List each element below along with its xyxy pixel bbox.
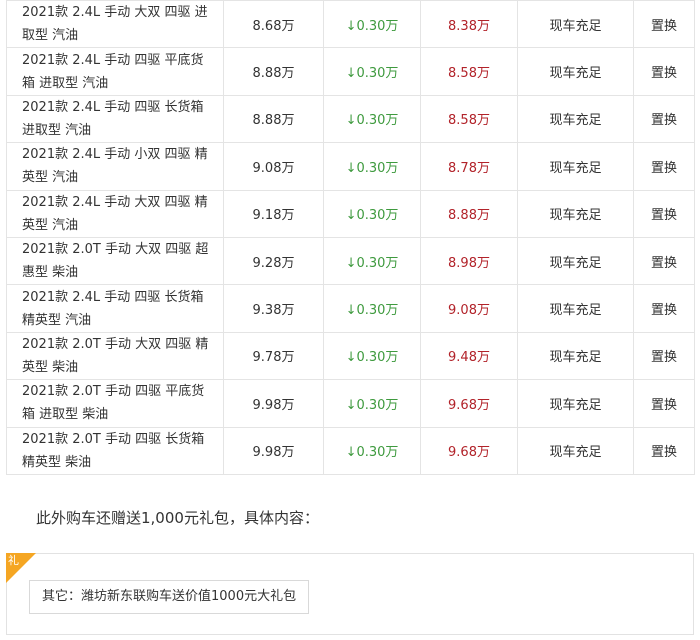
table-row: 2021款 2.0T 手动 大双 四驱 超惠型 柴油 9.28万 ↓0.30万 8.9… <box>6 236 695 286</box>
stock-status-cell: 现车充足 <box>517 426 634 475</box>
guide-price-cell: 9.98万 <box>223 426 324 475</box>
stock-status-cell: 现车充足 <box>517 236 634 286</box>
table-row: 2021款 2.0T 手动 四驱 平底货箱 进取型 柴油 9.98万 ↓0.30万 9… <box>6 379 695 428</box>
model-name-cell: 2021款 2.0T 手动 大双 四驱 超惠型 柴油 <box>6 236 224 286</box>
gift-package-box: 礼 其它：潍坊新东联购车送价值1000元大礼包 <box>6 553 694 635</box>
down-arrow-icon: ↓ <box>345 445 357 461</box>
price-drop-value: 0.30万 <box>356 18 399 34</box>
price-drop-value: 0.30万 <box>356 160 399 176</box>
price-drop-cell: ↓0.30万 <box>323 379 421 428</box>
guide-price-cell: 8.88万 <box>223 47 324 96</box>
deal-price-cell: 8.78万 <box>420 142 518 191</box>
gift-corner-label: 礼 <box>8 554 19 567</box>
table-row: 2021款 2.0T 手动 大双 四驱 精英型 柴油 9.78万 ↓0.30万 9.4… <box>6 331 695 381</box>
stock-status-cell: 现车充足 <box>517 142 634 191</box>
model-name-cell: 2021款 2.4L 手动 四驱 平底货箱 进取型 汽油 <box>6 47 224 96</box>
stock-status-cell: 现车充足 <box>517 189 634 238</box>
price-drop-value: 0.30万 <box>356 350 399 366</box>
price-drop-value: 0.30万 <box>356 397 399 413</box>
model-name-cell: 2021款 2.4L 手动 四驱 长货箱进取型 汽油 <box>6 94 224 144</box>
price-table: 2021款 2.4L 手动 大双 四驱 进取型 汽油 8.68万 ↓0.30万 8.3… <box>6 0 695 475</box>
stock-status-cell: 现车充足 <box>517 331 634 381</box>
price-drop-cell: ↓0.30万 <box>323 189 421 238</box>
price-drop-value: 0.30万 <box>356 255 399 271</box>
table-row: 2021款 2.4L 手动 四驱 长货箱精英型 汽油 9.38万 ↓0.30万 9.0… <box>6 284 695 333</box>
price-drop-cell: ↓0.30万 <box>323 236 421 286</box>
guide-price-cell: 8.88万 <box>223 94 324 144</box>
down-arrow-icon: ↓ <box>345 113 357 129</box>
stock-status-cell: 现车充足 <box>517 94 634 144</box>
price-table-body: 2021款 2.4L 手动 大双 四驱 进取型 汽油 8.68万 ↓0.30万 8.3… <box>6 0 695 475</box>
price-drop-cell: ↓0.30万 <box>323 0 421 49</box>
deal-price-cell: 9.68万 <box>420 426 518 475</box>
model-name-cell: 2021款 2.4L 手动 大双 四驱 进取型 汽油 <box>6 0 224 49</box>
guide-price-cell: 9.78万 <box>223 331 324 381</box>
trade-in-cell: 置换 <box>633 142 695 191</box>
model-name-cell: 2021款 2.0T 手动 四驱 长货箱精英型 柴油 <box>6 426 224 475</box>
stock-status-cell: 现车充足 <box>517 47 634 96</box>
stock-status-cell: 现车充足 <box>517 284 634 333</box>
guide-price-cell: 9.38万 <box>223 284 324 333</box>
trade-in-cell: 置换 <box>633 189 695 238</box>
guide-price-cell: 9.18万 <box>223 189 324 238</box>
model-name-cell: 2021款 2.4L 手动 小双 四驱 精英型 汽油 <box>6 142 224 191</box>
guide-price-cell: 8.68万 <box>223 0 324 49</box>
model-name-cell: 2021款 2.0T 手动 四驱 平底货箱 进取型 柴油 <box>6 379 224 428</box>
down-arrow-icon: ↓ <box>345 255 357 271</box>
price-drop-value: 0.30万 <box>356 113 399 129</box>
trade-in-cell: 置换 <box>633 284 695 333</box>
trade-in-cell: 置换 <box>633 47 695 96</box>
table-row: 2021款 2.0T 手动 四驱 长货箱精英型 柴油 9.98万 ↓0.30万 9.6… <box>6 426 695 475</box>
guide-price-cell: 9.98万 <box>223 379 324 428</box>
price-drop-value: 0.30万 <box>356 303 399 319</box>
down-arrow-icon: ↓ <box>345 18 357 34</box>
deal-price-cell: 9.68万 <box>420 379 518 428</box>
stock-status-cell: 现车充足 <box>517 0 634 49</box>
price-drop-value: 0.30万 <box>356 445 399 461</box>
model-name-cell: 2021款 2.4L 手动 大双 四驱 精英型 汽油 <box>6 189 224 238</box>
down-arrow-icon: ↓ <box>345 397 357 413</box>
trade-in-cell: 置换 <box>633 94 695 144</box>
model-name-cell: 2021款 2.4L 手动 四驱 长货箱精英型 汽油 <box>6 284 224 333</box>
price-drop-cell: ↓0.30万 <box>323 94 421 144</box>
deal-price-cell: 8.98万 <box>420 236 518 286</box>
trade-in-cell: 置换 <box>633 426 695 475</box>
trade-in-cell: 置换 <box>633 0 695 49</box>
deal-price-cell: 8.88万 <box>420 189 518 238</box>
down-arrow-icon: ↓ <box>345 66 357 82</box>
table-row: 2021款 2.4L 手动 小双 四驱 精英型 汽油 9.08万 ↓0.30万 8.7… <box>6 142 695 191</box>
table-row: 2021款 2.4L 手动 四驱 长货箱进取型 汽油 8.88万 ↓0.30万 8.5… <box>6 94 695 144</box>
deal-price-cell: 9.08万 <box>420 284 518 333</box>
model-name-cell: 2021款 2.0T 手动 大双 四驱 精英型 柴油 <box>6 331 224 381</box>
trade-in-cell: 置换 <box>633 379 695 428</box>
down-arrow-icon: ↓ <box>345 303 357 319</box>
price-drop-cell: ↓0.30万 <box>323 47 421 96</box>
down-arrow-icon: ↓ <box>345 160 357 176</box>
price-drop-value: 0.30万 <box>356 66 399 82</box>
gift-item-tag: 其它：潍坊新东联购车送价值1000元大礼包 <box>29 580 310 614</box>
gift-intro-text: 此外购车还赠送1,000元礼包，具体内容： <box>36 509 319 527</box>
trade-in-cell: 置换 <box>633 331 695 381</box>
guide-price-cell: 9.08万 <box>223 142 324 191</box>
price-drop-cell: ↓0.30万 <box>323 426 421 475</box>
trade-in-cell: 置换 <box>633 236 695 286</box>
price-drop-cell: ↓0.30万 <box>323 284 421 333</box>
price-drop-value: 0.30万 <box>356 208 399 224</box>
price-drop-cell: ↓0.30万 <box>323 142 421 191</box>
down-arrow-icon: ↓ <box>345 208 357 224</box>
down-arrow-icon: ↓ <box>345 350 357 366</box>
price-drop-cell: ↓0.30万 <box>323 331 421 381</box>
guide-price-cell: 9.28万 <box>223 236 324 286</box>
deal-price-cell: 8.58万 <box>420 94 518 144</box>
deal-price-cell: 9.48万 <box>420 331 518 381</box>
table-row: 2021款 2.4L 手动 四驱 平底货箱 进取型 汽油 8.88万 ↓0.30万 8… <box>6 47 695 96</box>
table-row: 2021款 2.4L 手动 大双 四驱 进取型 汽油 8.68万 ↓0.30万 8.3… <box>6 0 695 49</box>
deal-price-cell: 8.38万 <box>420 0 518 49</box>
deal-price-cell: 8.58万 <box>420 47 518 96</box>
table-row: 2021款 2.4L 手动 大双 四驱 精英型 汽油 9.18万 ↓0.30万 8.8… <box>6 189 695 238</box>
stock-status-cell: 现车充足 <box>517 379 634 428</box>
